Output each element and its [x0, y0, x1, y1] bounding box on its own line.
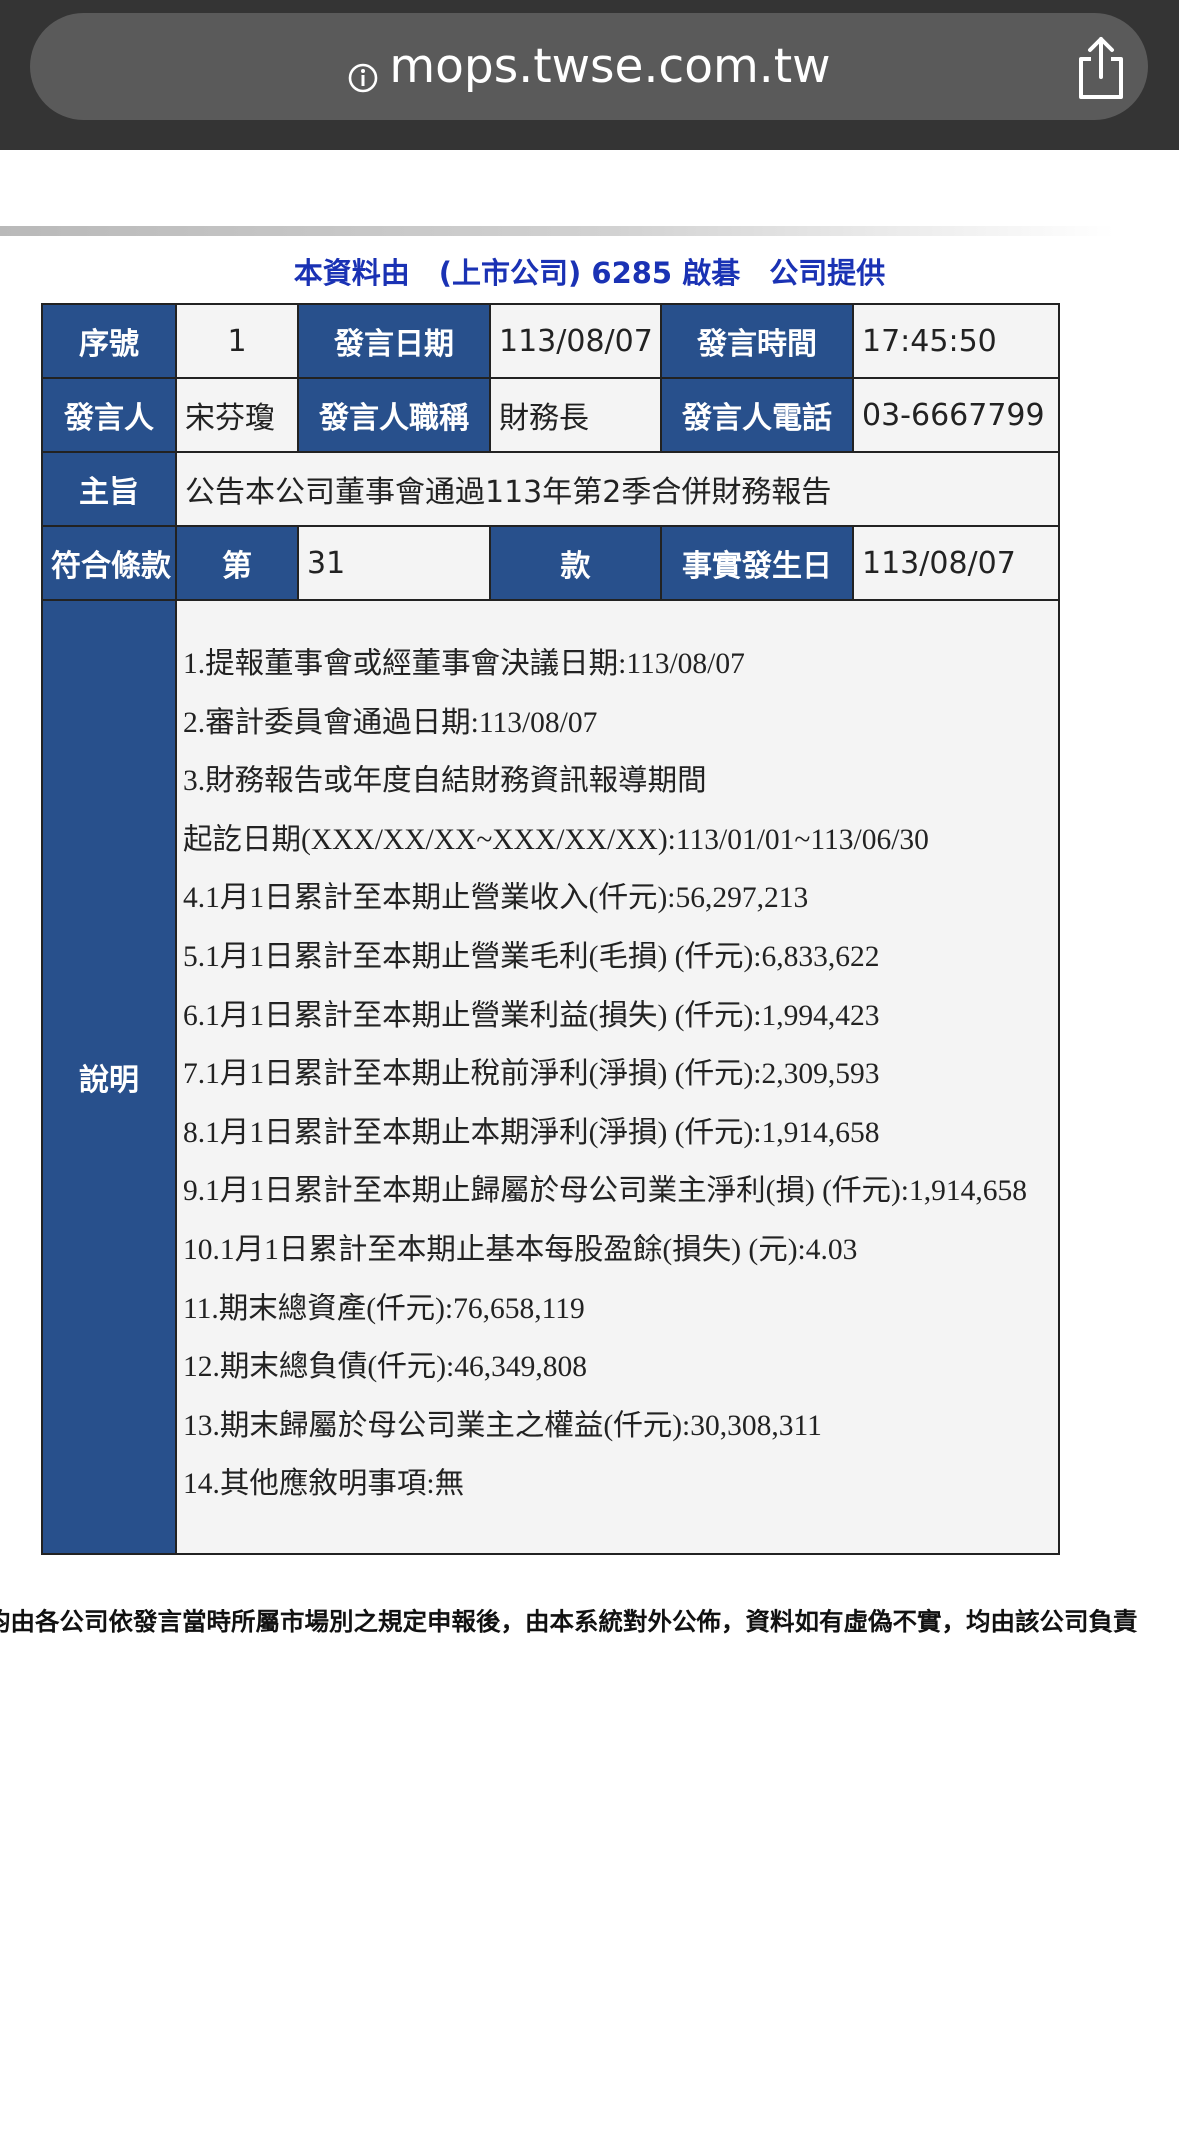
- description-line: 11.期末總資產(仟元):76,658,119: [183, 1292, 585, 1325]
- seq-label: 序號: [41, 303, 177, 379]
- clause-value: 31: [297, 525, 491, 601]
- provider-line: 本資料由 (上市公司) 6285 啟碁 公司提供: [293, 256, 886, 290]
- table-row: 發言人 宋芬瓊 發言人職稱 財務長 發言人電話 03-6667799: [41, 377, 1060, 453]
- header-divider: [0, 226, 1115, 236]
- description-content: 1.提報董事會或經董事會決議日期:113/08/07 2.審計委員會通過日期:1…: [175, 599, 1060, 1555]
- description-line: 5.1月1日累計至本期止營業毛利(毛損) (仟元):6,833,622: [183, 940, 880, 973]
- description-line: 9.1月1日累計至本期止歸屬於母公司業主淨利(損) (仟元):1,914,658: [183, 1175, 1027, 1208]
- phone-label: 發言人電話: [660, 377, 854, 453]
- description-line: 13.期末歸屬於母公司業主之權益(仟元):30,308,311: [183, 1409, 822, 1442]
- address-bar[interactable]: mops.twse.com.tw: [30, 13, 1148, 120]
- url-display[interactable]: mops.twse.com.tw: [30, 13, 1148, 120]
- description-line: 2.審計委員會通過日期:113/08/07: [183, 706, 598, 739]
- share-button[interactable]: [1053, 30, 1149, 106]
- table-row: 序號 1 發言日期 113/08/07 發言時間 17:45:50: [41, 303, 1060, 379]
- description-line: 起訖日期(XXX/XX/XX~XXX/XX/XX):113/01/01~113/…: [183, 823, 929, 856]
- table-row: 主旨 公告本公司董事會通過113年第2季合併財務報告: [41, 451, 1060, 527]
- description-line: 7.1月1日累計至本期止稅前淨利(淨損) (仟元):2,309,593: [183, 1058, 880, 1091]
- speaker-title-value: 財務長: [489, 377, 662, 453]
- disclaimer-footnote: 均由各公司依發言當時所屬市場別之規定申報後，由本系統對外公佈，資料如有虛偽不實，…: [0, 1607, 1138, 1636]
- date-label: 發言日期: [297, 303, 491, 379]
- speaker-title-label: 發言人職稱: [297, 377, 491, 453]
- time-label: 發言時間: [660, 303, 854, 379]
- description-line: 14.其他應敘明事項:無: [183, 1468, 465, 1501]
- browser-toolbar: mops.twse.com.tw: [0, 0, 1179, 150]
- description-line: 10.1月1日累計至本期止基本每股盈餘(損失) (元):4.03: [183, 1233, 858, 1266]
- speaker-value: 宋芬瓊: [175, 377, 299, 453]
- description-line: 6.1月1日累計至本期止營業利益(損失) (仟元):1,994,423: [183, 999, 880, 1032]
- description-line: 3.財務報告或年度自結財務資訊報導期間: [183, 765, 707, 798]
- description-line: 1.提報董事會或經董事會決議日期:113/08/07: [183, 648, 745, 680]
- info-circle-icon[interactable]: [347, 51, 379, 92]
- clause-label: 符合條款: [41, 525, 177, 601]
- subject-label: 主旨: [41, 451, 177, 527]
- announcement-table: 序號 1 發言日期 113/08/07 發言時間 17:45:50 發言人 宋芬…: [41, 303, 1060, 1555]
- description-line: 8.1月1日累計至本期止本期淨利(淨損) (仟元):1,914,658: [183, 1116, 880, 1149]
- time-value: 17:45:50: [852, 303, 1060, 379]
- fact-date-value: 113/08/07: [852, 525, 1060, 601]
- table-row: 符合條款 第 31 款 事實發生日 113/08/07: [41, 525, 1060, 601]
- clause-kuan-label: 款: [489, 525, 662, 601]
- table-row: 說明 1.提報董事會或經董事會決議日期:113/08/07 2.審計委員會通過日…: [41, 599, 1060, 1555]
- description-line: 4.1月1日累計至本期止營業收入(仟元):56,297,213: [183, 882, 809, 915]
- subject-value: 公告本公司董事會通過113年第2季合併財務報告: [175, 451, 1060, 527]
- fact-date-label: 事實發生日: [660, 525, 854, 601]
- clause-di-label: 第: [175, 525, 299, 601]
- url-text: mops.twse.com.tw: [389, 39, 831, 94]
- speaker-label: 發言人: [41, 377, 177, 453]
- description-label: 說明: [41, 599, 177, 1555]
- description-line: 12.期末總負債(仟元):46,349,808: [183, 1351, 587, 1384]
- date-value: 113/08/07: [489, 303, 662, 379]
- phone-value: 03-6667799: [852, 377, 1060, 453]
- seq-value: 1: [175, 303, 299, 379]
- share-icon: [1079, 37, 1123, 99]
